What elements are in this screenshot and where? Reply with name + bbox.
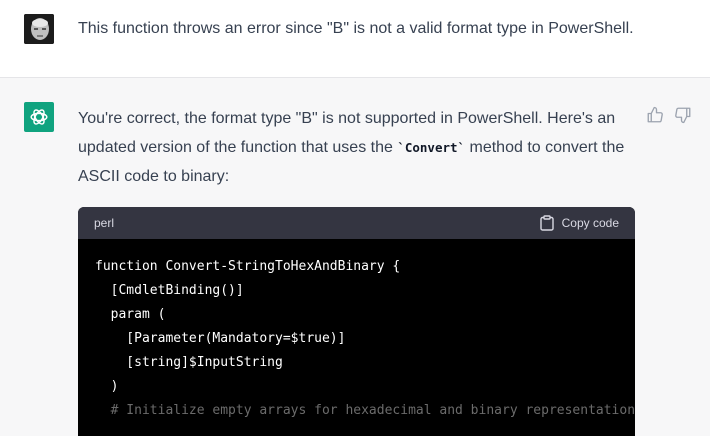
code-block: perl Copy code function Convert-StringTo… bbox=[78, 207, 635, 436]
openai-logo-icon bbox=[30, 109, 48, 125]
code-block-header: perl Copy code bbox=[78, 207, 635, 239]
copy-code-button[interactable]: Copy code bbox=[539, 214, 619, 232]
user-message-text: This function throws an error since "B" … bbox=[78, 20, 634, 37]
inline-code: `Convert` bbox=[397, 140, 466, 155]
code-language-label: perl bbox=[94, 216, 115, 230]
user-message-row: This function throws an error since "B" … bbox=[0, 0, 710, 78]
user-avatar bbox=[24, 14, 54, 44]
copy-code-label: Copy code bbox=[561, 216, 619, 230]
code-line: [string]$InputString bbox=[95, 355, 283, 370]
code-body: function Convert-StringToHexAndBinary { … bbox=[78, 239, 635, 436]
assistant-avatar bbox=[24, 102, 54, 132]
clipboard-icon bbox=[539, 215, 554, 231]
thumbs-down-button[interactable] bbox=[674, 106, 692, 124]
thumbs-up-icon bbox=[647, 106, 663, 123]
assistant-message-row: You're correct, the format type "B" is n… bbox=[0, 78, 710, 436]
code-line: [CmdletBinding()] bbox=[95, 283, 244, 298]
code-line: param ( bbox=[95, 307, 166, 322]
chat-window: This function throws an error since "B" … bbox=[0, 0, 710, 436]
code-line: ) bbox=[95, 379, 119, 394]
thumbs-up-button[interactable] bbox=[646, 106, 664, 124]
thumbs-down-icon bbox=[675, 107, 691, 124]
code-comment-line: # Initialize empty arrays for hexadecima… bbox=[95, 403, 635, 418]
code-line: function Convert-StringToHexAndBinary { bbox=[95, 259, 401, 274]
code-line: [Parameter(Mandatory=$true)] bbox=[95, 331, 346, 346]
assistant-message-text: You're correct, the format type "B" is n… bbox=[78, 104, 653, 191]
user-photo-icon bbox=[24, 14, 54, 44]
